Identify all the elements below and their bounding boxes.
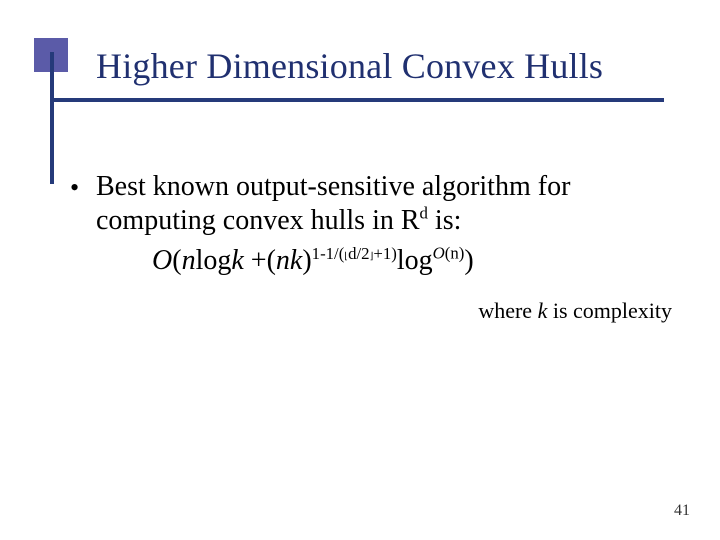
formula-log1: log <box>196 245 232 276</box>
bullet-line2-post: is: <box>428 205 461 236</box>
formula-exp-b: +1) <box>373 244 396 263</box>
bullet-line2-superscript: d <box>420 204 428 223</box>
formula-exponent: 1-1/(⌊d/2⌋+1) <box>312 244 397 263</box>
note-k: k <box>538 298 548 323</box>
bullet-line1: Best known output-sensitive algorithm fo… <box>96 171 570 202</box>
formula-close-nk: ) <box>302 245 311 276</box>
formula-exp-On: (n) <box>445 244 465 263</box>
header-horizontal-bar <box>50 98 664 102</box>
complexity-note: where k is complexity <box>478 298 672 324</box>
formula-plus: +( <box>244 245 276 276</box>
formula-exp-O: O <box>433 244 445 263</box>
bullet-marker: • <box>70 170 96 204</box>
page-number: 41 <box>674 502 690 520</box>
slide: Higher Dimensional Convex Hulls • Best k… <box>0 0 720 540</box>
formula-k1: k <box>231 245 243 276</box>
formula-n2: n <box>276 245 290 276</box>
formula-O: O <box>152 245 172 276</box>
note-pre: where <box>478 298 537 323</box>
formula-open: ( <box>172 245 181 276</box>
formula-log2: log <box>397 245 433 276</box>
formula-close: ) <box>464 245 473 276</box>
formula-log-exponent: O(n) <box>433 244 465 263</box>
slide-title: Higher Dimensional Convex Hulls <box>96 45 686 87</box>
bullet-item: • Best known output-sensitive algorithm … <box>70 170 670 238</box>
note-post: is complexity <box>547 298 672 323</box>
bullet-line2-pre: computing convex hulls in R <box>96 205 420 236</box>
formula-n1: n <box>182 245 196 276</box>
formula-exp-a: 1-1/( <box>312 244 345 263</box>
bullet-text: Best known output-sensitive algorithm fo… <box>96 170 670 238</box>
formula-k2: k <box>290 245 302 276</box>
slide-body: • Best known output-sensitive algorithm … <box>70 170 670 278</box>
header-vertical-bar <box>50 52 54 184</box>
complexity-formula: O(nlogk +(nk)1-1/(⌊d/2⌋+1)logO(n)) <box>152 244 670 278</box>
formula-exp-mid: d/2 <box>348 244 369 263</box>
